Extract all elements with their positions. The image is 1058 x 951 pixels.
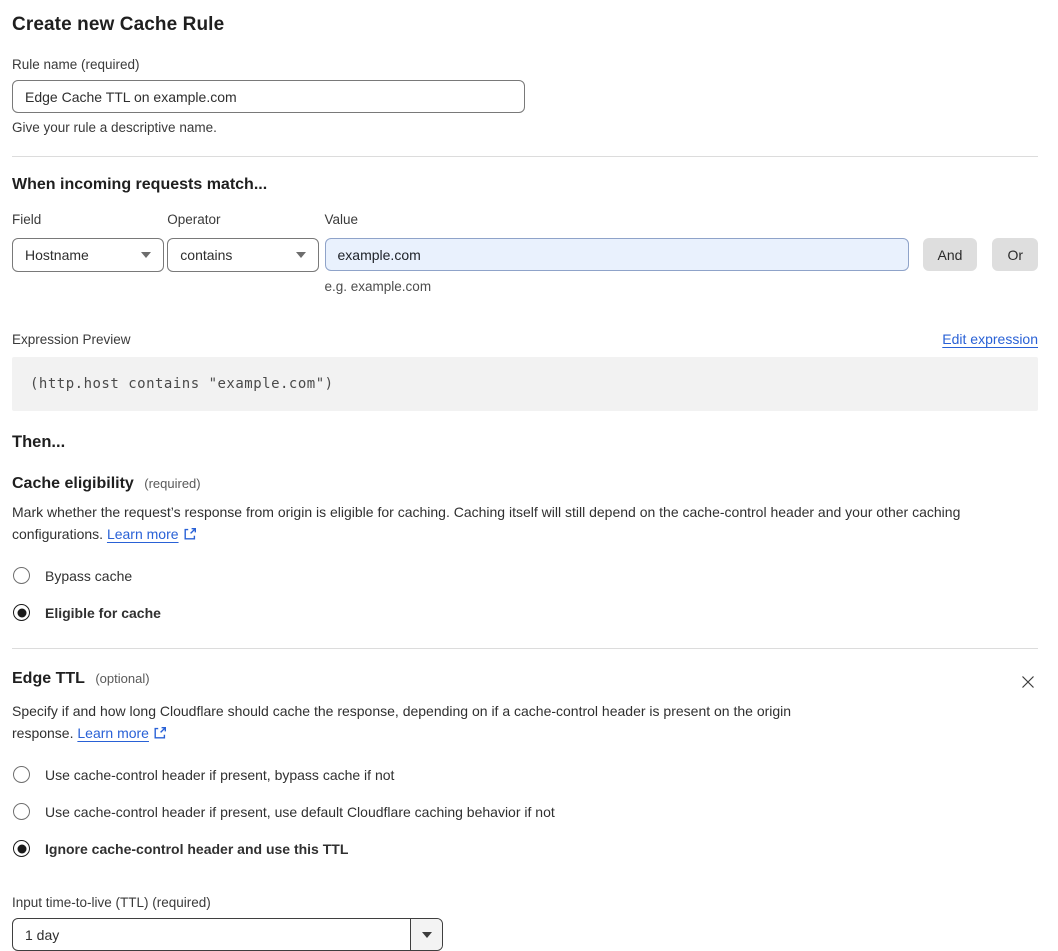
radio-label: Ignore cache-control header and use this… <box>45 840 349 857</box>
external-link-icon <box>153 725 167 747</box>
radio-icon[interactable] <box>13 766 30 783</box>
divider <box>12 648 1038 649</box>
cache-eligibility-description: Mark whether the request’s response from… <box>12 502 1038 547</box>
cache-eligibility-heading: Cache eligibility <box>12 475 134 492</box>
then-heading: Then... <box>12 433 66 451</box>
radio-label: Bypass cache <box>45 567 133 584</box>
learn-more-link[interactable]: Learn more <box>77 725 149 741</box>
condition-builder: Field Hostname Operator contains Value A… <box>12 212 1038 294</box>
value-input[interactable] <box>324 238 909 271</box>
radio-icon-selected[interactable] <box>13 840 30 857</box>
value-helper: e.g. example.com <box>324 279 432 294</box>
ttl-label: Input time-to-live (TTL) (required) <box>12 895 211 910</box>
ttl-dropdown-button[interactable] <box>410 919 442 950</box>
or-button[interactable]: Or <box>992 238 1038 271</box>
radio-icon[interactable] <box>13 567 30 584</box>
radio-use-header-bypass[interactable]: Use cache-control header if present, byp… <box>12 766 1038 783</box>
ttl-select-value: 1 day <box>25 926 60 943</box>
ttl-select[interactable]: 1 day <box>12 918 443 951</box>
value-label: Value <box>324 212 359 227</box>
rule-name-label: Rule name (required) <box>12 57 140 72</box>
radio-use-header-default[interactable]: Use cache-control header if present, use… <box>12 803 1038 820</box>
create-cache-rule-form: Create new Cache Rule Rule name (require… <box>0 0 1058 951</box>
field-label: Field <box>12 212 42 227</box>
expression-preview-box: (http.host contains "example.com") <box>12 357 1038 411</box>
page-title: Create new Cache Rule <box>12 14 225 35</box>
divider <box>12 156 1038 157</box>
radio-label: Eligible for cache <box>45 604 161 621</box>
rule-name-input[interactable] <box>12 80 525 113</box>
edge-ttl-qualifier: (optional) <box>95 671 150 686</box>
rule-name-helper: Give your rule a descriptive name. <box>12 120 217 135</box>
radio-bypass-cache[interactable]: Bypass cache <box>12 567 1038 584</box>
operator-select-value: contains <box>180 247 233 263</box>
expression-preview-label: Expression Preview <box>12 332 131 347</box>
operator-label: Operator <box>167 212 221 227</box>
radio-label: Use cache-control header if present, byp… <box>45 766 395 783</box>
chevron-down-icon <box>141 252 151 258</box>
edge-ttl-heading: Edge TTL <box>12 670 85 687</box>
radio-icon-selected[interactable] <box>13 604 30 621</box>
cache-eligibility-qualifier: (required) <box>144 476 201 491</box>
field-select-value: Hostname <box>25 247 89 263</box>
and-button[interactable]: And <box>922 238 978 271</box>
radio-label: Use cache-control header if present, use… <box>45 803 555 820</box>
learn-more-link[interactable]: Learn more <box>107 526 179 542</box>
close-edge-ttl-button[interactable] <box>1018 672 1038 692</box>
radio-icon[interactable] <box>13 803 30 820</box>
edge-ttl-description: Specify if and how long Cloudflare shoul… <box>12 701 855 746</box>
field-select[interactable]: Hostname <box>12 238 164 272</box>
radio-eligible-for-cache[interactable]: Eligible for cache <box>12 604 1038 621</box>
expression-code: (http.host contains "example.com") <box>30 376 334 392</box>
match-section-heading: When incoming requests match... <box>12 176 268 193</box>
edit-expression-link[interactable]: Edit expression <box>942 331 1038 347</box>
chevron-down-icon <box>421 931 432 938</box>
radio-ignore-header-use-ttl[interactable]: Ignore cache-control header and use this… <box>12 840 1038 857</box>
external-link-icon <box>183 526 197 548</box>
operator-select[interactable]: contains <box>167 238 320 272</box>
chevron-down-icon <box>296 252 307 258</box>
